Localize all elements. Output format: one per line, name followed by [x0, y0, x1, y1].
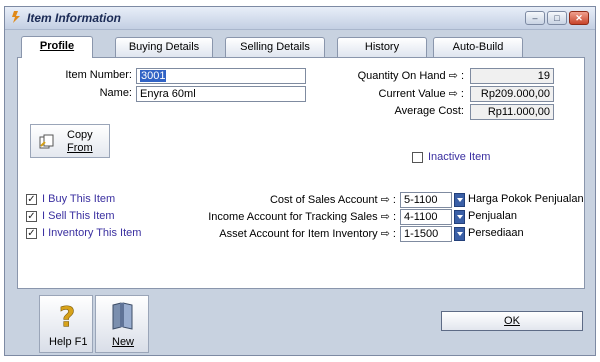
ok-label: OK: [504, 315, 520, 327]
tab-profile[interactable]: Profile: [21, 36, 93, 58]
minimize-button[interactable]: –: [525, 11, 545, 25]
income-account-name: Penjualan: [468, 210, 517, 222]
tab-history[interactable]: History: [337, 37, 427, 57]
copy-label: Copy: [67, 129, 93, 141]
tab-buying-details[interactable]: Buying Details: [115, 37, 213, 57]
income-account-dropdown-icon[interactable]: [454, 210, 465, 224]
name-field[interactable]: Enyra 60ml: [136, 86, 306, 102]
asset-account-field[interactable]: 1-1500: [400, 226, 452, 242]
tab-auto-build[interactable]: Auto-Build: [433, 37, 523, 57]
name-label: Name:: [99, 87, 132, 99]
new-book-icon: [112, 302, 133, 330]
question-mark-icon: ?: [59, 301, 76, 331]
quantity-on-hand-field: 19: [470, 68, 554, 84]
app-icon: [12, 11, 20, 23]
maximize-button[interactable]: □: [547, 11, 567, 25]
sell-item-checkbox[interactable]: ✓: [26, 211, 37, 222]
item-number-field[interactable]: 3001: [136, 68, 306, 84]
from-label: From: [67, 142, 93, 154]
tab-label: Auto-Build: [452, 41, 504, 53]
average-cost-label: Average Cost:: [394, 105, 464, 117]
help-button[interactable]: ? Help F1: [39, 295, 93, 353]
buy-item-checkbox[interactable]: ✓: [26, 194, 37, 205]
quantity-on-hand-label: Quantity On Hand ⇨ :: [357, 70, 464, 82]
asset-account-dropdown-icon[interactable]: [454, 227, 465, 241]
inventory-item-checkbox[interactable]: ✓: [26, 228, 37, 239]
copy-icon: [39, 134, 54, 149]
tab-label: Buying Details: [128, 41, 200, 53]
tab-selling-details[interactable]: Selling Details: [225, 37, 325, 57]
tab-label: History: [364, 41, 400, 53]
close-button[interactable]: ✕: [569, 11, 589, 25]
svg-text:?: ?: [59, 301, 75, 331]
tab-label: Profile: [39, 40, 75, 52]
new-label: New: [112, 336, 135, 348]
cost-of-sales-dropdown-icon[interactable]: [454, 193, 465, 207]
item-number-value: 3001: [140, 70, 167, 82]
asset-account-label: Asset Account for Item Inventory ⇨ :: [219, 228, 396, 240]
cost-of-sales-label: Cost of Sales Account ⇨ :: [269, 194, 396, 206]
tab-label: Selling Details: [240, 41, 310, 53]
item-number-label: Item Number:: [65, 69, 132, 81]
item-information-window: Item Information – □ ✕ Profile Buying De…: [4, 6, 596, 356]
buy-item-label: I Buy This Item: [42, 193, 116, 205]
title-bar: Item Information – □ ✕: [5, 7, 595, 30]
cost-of-sales-account-name: Harga Pokok Penjualan: [468, 193, 584, 205]
help-label: Help F1: [49, 336, 88, 348]
cost-of-sales-account-field[interactable]: 5-1100: [400, 192, 452, 208]
current-value-field: Rp209.000,00: [470, 86, 554, 102]
copy-from-button[interactable]: Copy From: [30, 124, 110, 158]
average-cost-field: Rp11.000,00: [470, 104, 554, 120]
income-account-field[interactable]: 4-1100: [400, 209, 452, 225]
current-value-label: Current Value ⇨ :: [378, 88, 464, 100]
profile-panel: Item Number: 3001 Name: Enyra 60ml Quant…: [17, 57, 585, 289]
inactive-item-checkbox[interactable]: [412, 152, 423, 163]
inventory-item-label: I Inventory This Item: [42, 227, 142, 239]
window-title: Item Information: [27, 11, 122, 25]
income-account-label: Income Account for Tracking Sales ⇨ :: [208, 211, 396, 223]
ok-button[interactable]: OK: [441, 311, 583, 331]
new-button[interactable]: New: [95, 295, 149, 353]
asset-account-name: Persediaan: [468, 227, 524, 239]
inactive-item-label: Inactive Item: [428, 151, 491, 163]
sell-item-label: I Sell This Item: [42, 210, 115, 222]
